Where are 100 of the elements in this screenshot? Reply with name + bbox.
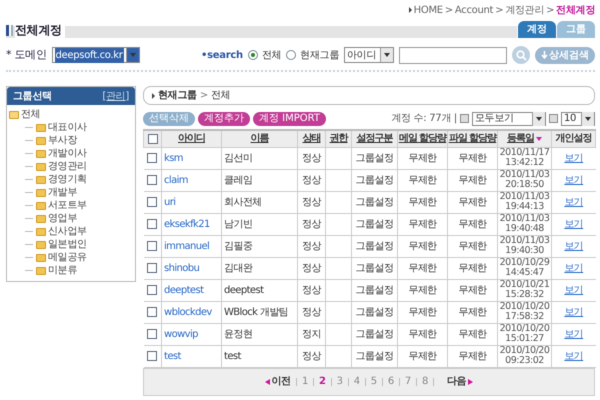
view-link[interactable]: 보기 — [564, 218, 584, 230]
column-header[interactable]: 아이디 — [162, 130, 222, 147]
account-count: 계정 수: 77개 | — [391, 112, 457, 126]
page-link[interactable]: 6 — [388, 374, 394, 389]
breadcrumb-separator: > — [546, 4, 554, 18]
page-link[interactable]: 8 — [422, 374, 428, 389]
scope-radio[interactable]: 전체 — [248, 48, 282, 62]
account-id-link[interactable]: shinobu — [164, 262, 200, 274]
column-header[interactable]: 권한 — [326, 130, 352, 147]
account-id-link[interactable]: claim — [164, 174, 188, 186]
tree-item[interactable]: 신사업부 — [9, 225, 135, 238]
domain-select[interactable]: deepsoft.co.kr — [52, 47, 140, 63]
column-header[interactable]: 이름 — [222, 130, 298, 147]
field-select[interactable]: 아이디 — [344, 47, 394, 63]
account-id-link[interactable]: deeptest — [164, 284, 204, 296]
quota-text: 무제한 — [458, 262, 487, 274]
view-link[interactable]: 보기 — [564, 284, 584, 296]
account-id-link[interactable]: immanuel — [164, 240, 210, 252]
tree-item[interactable]: 서포트부 — [9, 199, 135, 212]
tab[interactable]: 계정 — [518, 21, 556, 38]
date-text: 2010/11/17 — [498, 148, 550, 158]
tree-item[interactable]: 영업부 — [9, 212, 135, 225]
row-checkbox[interactable] — [147, 262, 158, 273]
page-link[interactable]: 5 — [370, 374, 377, 389]
breadcrumb-link[interactable]: Account — [454, 2, 494, 18]
row-checkbox[interactable] — [147, 218, 158, 229]
page-link[interactable]: 7 — [404, 374, 411, 389]
page-link[interactable]: 1 — [302, 374, 308, 389]
setting-text: 그룹설정 — [356, 262, 394, 274]
column-header[interactable]: 상태 — [298, 130, 326, 147]
action-button[interactable]: 계정추가 — [198, 112, 250, 126]
search-field[interactable] — [399, 46, 507, 64]
time-text: 19:44:13 — [504, 202, 545, 212]
date-text: 2010/11/03 — [498, 170, 550, 180]
row-checkbox[interactable] — [147, 306, 158, 317]
row-checkbox[interactable] — [147, 152, 158, 163]
view-link[interactable]: 보기 — [564, 152, 584, 164]
select-all-checkbox[interactable] — [148, 134, 158, 144]
view-link[interactable]: 보기 — [564, 350, 584, 362]
account-id-link[interactable]: wblockdev — [164, 306, 212, 318]
page-size-select[interactable]: 10 — [561, 112, 595, 126]
time-text: 13:42:12 — [504, 158, 545, 168]
account-id-link[interactable]: test — [164, 350, 181, 362]
caret-icon[interactable] — [532, 112, 545, 126]
view-link[interactable]: 보기 — [564, 306, 584, 318]
row-checkbox[interactable] — [147, 350, 158, 361]
setting-text: 그룹설정 — [356, 152, 394, 164]
page-link[interactable]: 3 — [336, 374, 343, 389]
date-text: 2010/10/20 — [498, 302, 550, 312]
caret-icon[interactable] — [126, 48, 138, 62]
setting-text: 그룹설정 — [356, 328, 394, 340]
column-header[interactable]: 파일 할당량 — [448, 130, 498, 147]
tree-item[interactable]: 경영기획 — [9, 173, 135, 186]
scope-radio[interactable]: 현재그룹 — [286, 48, 339, 62]
tree-item[interactable]: 메일공유 — [9, 251, 135, 264]
breadcrumb-link[interactable]: HOME — [414, 2, 443, 18]
tree-item[interactable]: 미분류 — [9, 264, 135, 277]
breadcrumb-separator: > — [444, 4, 453, 18]
account-id-link[interactable]: eksekfk21 — [164, 218, 210, 230]
name-text: 클레임 — [224, 174, 252, 186]
next-link[interactable]: 다음 — [447, 374, 474, 389]
time-text: 15:28:32 — [504, 290, 545, 300]
column-header[interactable]: 설정구분 — [352, 130, 398, 147]
tree-item[interactable]: 개발부 — [9, 186, 135, 199]
view-link[interactable]: 보기 — [564, 240, 584, 252]
manage-link[interactable]: [관리] — [102, 88, 129, 104]
column-header[interactable]: 메일 할당량 — [398, 130, 448, 147]
search-icon — [516, 50, 526, 60]
caret-icon[interactable] — [380, 48, 393, 62]
column-header[interactable]: 등록일 — [498, 130, 552, 147]
breadcrumb-current: 전체계정 — [556, 4, 595, 18]
quota-text: 무제한 — [458, 284, 487, 296]
action-button[interactable]: 계정 IMPORT — [253, 112, 326, 126]
caret-icon[interactable] — [581, 112, 594, 126]
account-id-link[interactable]: ksm — [164, 152, 183, 164]
tree-item[interactable]: 대표이사 — [9, 121, 135, 134]
tree-item[interactable]: 부사장 — [9, 134, 135, 147]
tree-item[interactable]: 경영관리 — [9, 160, 135, 173]
row-checkbox[interactable] — [147, 196, 158, 207]
view-link[interactable]: 보기 — [564, 174, 584, 186]
date-text: 2010/10/21 — [498, 280, 550, 290]
view-link[interactable]: 보기 — [564, 262, 584, 274]
tree-item[interactable]: 전체 — [9, 108, 135, 121]
page-link[interactable]: 4 — [354, 374, 360, 389]
row-checkbox[interactable] — [147, 284, 158, 295]
view-select[interactable]: 모두보기 — [472, 112, 546, 126]
row-checkbox[interactable] — [147, 174, 158, 185]
column-header[interactable]: 개인설정 — [552, 130, 596, 147]
page-link[interactable]: 2 — [319, 374, 326, 389]
row-checkbox[interactable] — [147, 328, 158, 339]
account-id-link[interactable]: wowvip — [164, 328, 198, 340]
tree-item[interactable]: 일본법인 — [9, 238, 135, 251]
date-text: 2010/10/20 — [498, 346, 550, 356]
view-link[interactable]: 보기 — [564, 328, 584, 340]
tree-item[interactable]: 개발이사 — [9, 147, 135, 160]
previous-link[interactable]: 이전 — [264, 374, 291, 389]
account-id-link[interactable]: uri — [164, 196, 176, 208]
breadcrumb-link[interactable]: 계정관리 — [505, 2, 544, 18]
view-link[interactable]: 보기 — [564, 196, 584, 208]
row-checkbox[interactable] — [147, 240, 158, 251]
